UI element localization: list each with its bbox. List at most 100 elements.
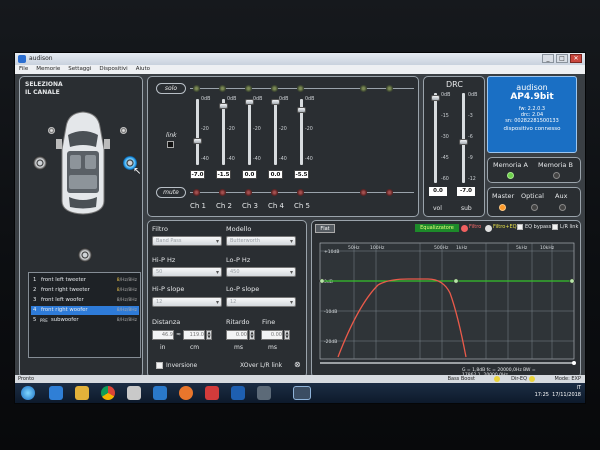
- vol-knob[interactable]: [431, 95, 440, 101]
- menu-item-1[interactable]: Memorie: [36, 65, 60, 74]
- equalizer-button[interactable]: Equalizzatore: [415, 224, 459, 232]
- channel-row[interactable]: 1 front left tweeter 8/Hz/8Hz: [31, 276, 139, 285]
- lr-link-checkbox[interactable]: [552, 224, 558, 230]
- filtro-toggle[interactable]: Filtro: [469, 224, 481, 230]
- mute-indicator[interactable]: [386, 189, 393, 196]
- master-radio[interactable]: [499, 204, 506, 211]
- memory-b-radio[interactable]: [553, 172, 560, 179]
- solo-indicator[interactable]: [271, 85, 278, 92]
- channel-name: subwoofer: [51, 317, 79, 323]
- inversione-checkbox[interactable]: [156, 362, 163, 369]
- solo-indicator[interactable]: [245, 85, 252, 92]
- app-icon-2[interactable]: [127, 386, 141, 400]
- xover-toggle-icon[interactable]: ⊗: [294, 360, 301, 369]
- minimize-button[interactable]: _: [542, 54, 554, 63]
- eq-bypass-checkbox[interactable]: [517, 224, 523, 230]
- solo-indicator[interactable]: [386, 85, 393, 92]
- mute-indicator[interactable]: [360, 189, 367, 196]
- solo-indicator[interactable]: [219, 85, 226, 92]
- app-icon-3[interactable]: [153, 386, 167, 400]
- vol-scale-label: -60: [441, 177, 449, 182]
- fine-input[interactable]: 0.00: [261, 330, 283, 340]
- tab-flat[interactable]: Flat: [315, 224, 335, 233]
- freq-slider-knob[interactable]: [572, 361, 576, 365]
- lops-select[interactable]: 12: [226, 297, 296, 307]
- channel-row[interactable]: 5 PRE subwoofer 8/Hz/8Hz: [31, 316, 139, 325]
- eq-band-handle[interactable]: [453, 278, 459, 284]
- vol-value: 0.0: [429, 187, 447, 196]
- fine-spin[interactable]: ▲ ▼: [284, 330, 290, 340]
- y-tick-label: +10dB: [324, 249, 339, 255]
- optical-radio[interactable]: [531, 204, 538, 211]
- ritardo-spin[interactable]: ▲ ▼: [249, 330, 255, 340]
- eq-bypass-label: EQ bypass: [525, 224, 552, 230]
- solo-button[interactable]: solo: [156, 83, 186, 94]
- filtro-select[interactable]: Band Pass: [152, 236, 222, 246]
- chrome-icon[interactable]: [101, 386, 115, 400]
- modello-select[interactable]: Butterworth: [226, 236, 296, 246]
- solo-indicator[interactable]: [193, 85, 200, 92]
- folder-icon[interactable]: [75, 386, 89, 400]
- gain-track[interactable]: [274, 99, 277, 165]
- gain-knob[interactable]: [193, 138, 202, 144]
- eq-band-handle[interactable]: [569, 278, 575, 284]
- lop-select[interactable]: 450: [226, 267, 296, 277]
- aux-radio[interactable]: [559, 204, 566, 211]
- filtro-eq-toggle[interactable]: Filtro+EQ: [493, 224, 517, 230]
- left-tweeter-indicator[interactable]: [48, 127, 55, 134]
- solo-indicator[interactable]: [360, 85, 367, 92]
- left-woofer-jack[interactable]: [33, 156, 47, 170]
- channel-row[interactable]: 3 front left woofer 8/Hz/8Hz: [31, 296, 139, 305]
- start-button-icon[interactable]: [21, 386, 35, 400]
- menu-item-3[interactable]: Dispositivi: [99, 65, 127, 74]
- gain-scale-label: -40: [279, 157, 287, 162]
- mute-button[interactable]: mute: [156, 187, 186, 198]
- right-tweeter-indicator[interactable]: [120, 127, 127, 134]
- gain-knob[interactable]: [297, 107, 306, 114]
- eq-band-handle[interactable]: [319, 278, 325, 284]
- channel-row[interactable]: 4 front right woofer 8/Hz/8Hz: [31, 306, 139, 315]
- ie-icon[interactable]: [49, 386, 63, 400]
- mute-indicator[interactable]: [193, 189, 200, 196]
- hips-select[interactable]: 12: [152, 297, 222, 307]
- master-label: Master: [492, 192, 515, 200]
- subwoofer-jack[interactable]: [78, 248, 92, 262]
- sub-knob[interactable]: [459, 139, 468, 145]
- menu-item-0[interactable]: File: [19, 65, 28, 74]
- ritardo-input[interactable]: 0.00: [226, 330, 248, 340]
- language-indicator[interactable]: IT: [576, 385, 581, 391]
- memory-a-radio[interactable]: [507, 172, 514, 179]
- source-panel: Master Optical Aux: [487, 187, 581, 217]
- mute-indicator[interactable]: [219, 189, 226, 196]
- mute-indicator[interactable]: [245, 189, 252, 196]
- channel-list: 1 front left tweeter 8/Hz/8Hz 2 front right …: [28, 272, 141, 358]
- close-button[interactable]: ✕: [570, 54, 582, 63]
- mouse-cursor-icon: ↖: [133, 166, 142, 177]
- serial-number: sn: 00282281500133: [505, 118, 559, 124]
- menu-item-2[interactable]: Settaggi: [68, 65, 91, 74]
- vol-track[interactable]: [434, 93, 437, 183]
- mute-indicator[interactable]: [271, 189, 278, 196]
- firefox-icon[interactable]: [179, 386, 193, 400]
- sub-track[interactable]: [462, 93, 465, 183]
- distance-spin[interactable]: ▲ ▼: [206, 330, 212, 340]
- channel-row[interactable]: 2 front right tweeter 8/Hz/8Hz: [31, 286, 139, 295]
- solo-indicator[interactable]: [297, 85, 304, 92]
- mute-indicator[interactable]: [297, 189, 304, 196]
- app-icon-4[interactable]: [205, 386, 219, 400]
- link-checkbox[interactable]: [167, 141, 174, 148]
- eq-graph[interactable]: +10dB 0dB -10dB -20dB 50Hz 100Hz 500Hz 1kHz 5kHz…: [318, 235, 576, 367]
- distance-cm-input[interactable]: 119.0: [183, 330, 205, 340]
- sub-label: sub: [461, 205, 472, 212]
- gain-track[interactable]: [196, 99, 199, 165]
- app-icon-5[interactable]: [231, 386, 245, 400]
- gain-knob[interactable]: [219, 103, 228, 110]
- lops-label: Lo-P slope: [226, 285, 260, 293]
- menu-item-4[interactable]: Aiuto: [136, 65, 150, 74]
- gain-track[interactable]: [248, 99, 251, 165]
- hip-select[interactable]: 50: [152, 267, 222, 277]
- distance-in-input[interactable]: 46.9: [152, 330, 174, 340]
- app-icon-6[interactable]: [257, 386, 271, 400]
- maximize-button[interactable]: □: [556, 54, 568, 63]
- audison-taskbar-icon[interactable]: [293, 386, 311, 400]
